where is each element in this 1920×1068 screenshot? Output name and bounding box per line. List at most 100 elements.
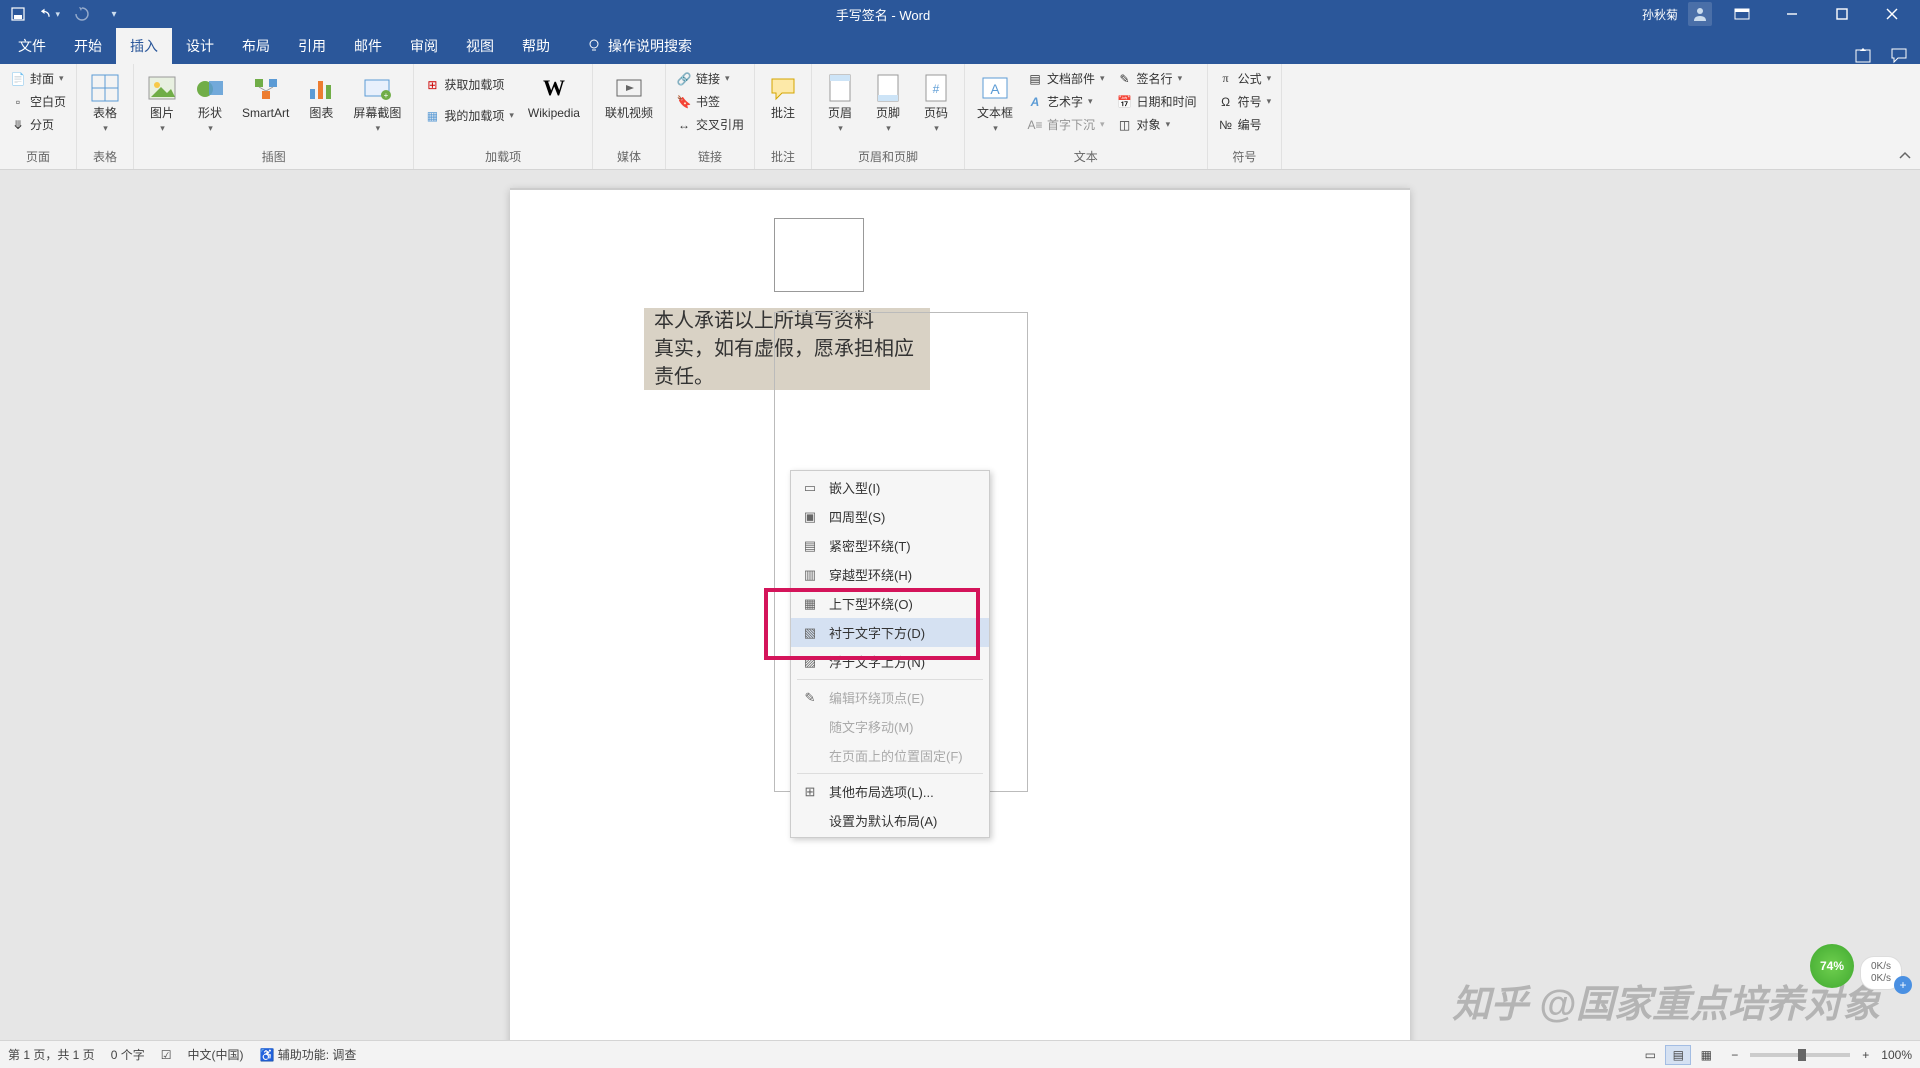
status-accessibility[interactable]: ♿ 辅助功能: 调查 xyxy=(259,1046,356,1063)
menu-through[interactable]: ▥穿越型环绕(H) xyxy=(791,560,989,589)
qat-more-icon[interactable]: ▾ xyxy=(104,4,124,24)
title-bar: ▾ ▾ 手写签名 - Word 孙秋菊 xyxy=(0,0,1920,28)
menu-behind-text[interactable]: ▧衬于文字下方(D) xyxy=(791,618,989,647)
chart-button[interactable]: 图表 xyxy=(299,68,343,124)
speed-gauge-badge[interactable]: 74% xyxy=(1810,944,1854,988)
page-number-button[interactable]: #页码▾ xyxy=(914,68,958,139)
tab-insert[interactable]: 插入 xyxy=(116,28,172,64)
menu-tight[interactable]: ▤紧密型环绕(T) xyxy=(791,531,989,560)
cover-page-button[interactable]: 📄封面▾ xyxy=(6,68,70,89)
comment-icon xyxy=(767,72,799,104)
smartart-button[interactable]: SmartArt xyxy=(236,68,295,124)
svg-text:A: A xyxy=(990,81,1000,97)
zoom-in-button[interactable]: + xyxy=(1862,1048,1869,1062)
menu-topbottom[interactable]: ▦上下型环绕(O) xyxy=(791,589,989,618)
minimize-icon[interactable] xyxy=(1772,0,1812,28)
cross-ref-button[interactable]: ↔交叉引用 xyxy=(672,114,748,135)
number-button[interactable]: №编号 xyxy=(1214,114,1276,135)
zoom-slider[interactable] xyxy=(1750,1053,1850,1057)
get-addins-button[interactable]: ⊞获取加载项 xyxy=(420,74,518,95)
equation-button[interactable]: π公式▾ xyxy=(1214,68,1276,89)
online-video-button[interactable]: 联机视频 xyxy=(599,68,659,124)
lightbulb-icon xyxy=(586,38,602,54)
tab-review[interactable]: 审阅 xyxy=(396,28,452,64)
tab-references[interactable]: 引用 xyxy=(284,28,340,64)
menu-square[interactable]: ▣四周型(S) xyxy=(791,502,989,531)
pictures-button[interactable]: 图片▾ xyxy=(140,68,184,139)
tab-home[interactable]: 开始 xyxy=(60,28,116,64)
user-avatar-icon[interactable] xyxy=(1688,2,1712,26)
status-spellcheck-icon[interactable]: ☑ xyxy=(161,1048,172,1062)
signature-icon: ✎ xyxy=(1117,71,1133,87)
menu-set-default[interactable]: 设置为默认布局(A) xyxy=(791,806,989,835)
header-button[interactable]: 页眉▾ xyxy=(818,68,862,139)
expand-badge-icon[interactable]: + xyxy=(1894,976,1912,994)
shapes-icon xyxy=(194,72,226,104)
bookmark-button[interactable]: 🔖书签 xyxy=(672,91,748,112)
zoom-out-button[interactable]: − xyxy=(1731,1048,1738,1062)
screenshot-button[interactable]: +屏幕截图▾ xyxy=(347,68,407,139)
tab-layout[interactable]: 布局 xyxy=(228,28,284,64)
textbox-placeholder[interactable] xyxy=(774,218,864,292)
blank-page-button[interactable]: ▫空白页 xyxy=(6,91,70,112)
zoom-level[interactable]: 100% xyxy=(1881,1048,1912,1062)
object-button[interactable]: ◫对象▾ xyxy=(1113,114,1201,135)
save-icon[interactable] xyxy=(8,4,28,24)
dropcap-icon: A≡ xyxy=(1027,117,1043,133)
menu-more-layout[interactable]: ⊞其他布局选项(L)... xyxy=(791,777,989,806)
status-language[interactable]: 中文(中国) xyxy=(187,1046,243,1063)
symbol-button[interactable]: Ω符号▾ xyxy=(1214,91,1276,112)
page-break-icon: ⤋ xyxy=(10,117,26,133)
tell-me-search[interactable]: 操作说明搜索 xyxy=(572,28,706,64)
menu-infront-text[interactable]: ▨浮于文字上方(N) xyxy=(791,647,989,676)
tab-help[interactable]: 帮助 xyxy=(508,28,564,64)
wordart-button[interactable]: A艺术字▾ xyxy=(1023,91,1109,112)
link-button[interactable]: 🔗链接▾ xyxy=(672,68,748,89)
signature-line-button[interactable]: ✎签名行▾ xyxy=(1113,68,1201,89)
comments-pane-icon[interactable] xyxy=(1890,46,1908,64)
view-web-layout[interactable]: ▦ xyxy=(1693,1045,1719,1065)
table-button[interactable]: 表格▾ xyxy=(83,68,127,139)
group-tables-label: 表格 xyxy=(83,146,127,167)
wrap-behind-icon: ▧ xyxy=(801,624,819,642)
date-time-button[interactable]: 📅日期和时间 xyxy=(1113,91,1201,112)
cover-page-icon: 📄 xyxy=(10,71,26,87)
group-media-label: 媒体 xyxy=(599,146,659,167)
maximize-icon[interactable] xyxy=(1822,0,1862,28)
page-break-button[interactable]: ⤋分页 xyxy=(6,114,70,135)
tab-view[interactable]: 视图 xyxy=(452,28,508,64)
textbox-button[interactable]: A文本框▾ xyxy=(971,68,1019,139)
menu-inline[interactable]: ▭嵌入型(I) xyxy=(791,473,989,502)
footer-button[interactable]: 页脚▾ xyxy=(866,68,910,139)
ribbon-display-icon[interactable] xyxy=(1722,0,1762,28)
group-pages-label: 页面 xyxy=(6,146,70,167)
menu-move-with-text: 随文字移动(M) xyxy=(791,712,989,741)
view-read-mode[interactable]: ▭ xyxy=(1637,1045,1663,1065)
share-icon[interactable] xyxy=(1854,46,1872,64)
wrap-square-icon: ▣ xyxy=(801,508,819,526)
tab-file[interactable]: 文件 xyxy=(4,28,60,64)
wikipedia-button[interactable]: WWikipedia xyxy=(522,68,586,124)
tab-mailings[interactable]: 邮件 xyxy=(340,28,396,64)
status-page[interactable]: 第 1 页，共 1 页 xyxy=(8,1046,95,1063)
drop-cap-button[interactable]: A≡首字下沉▾ xyxy=(1023,114,1109,135)
group-illustrations-label: 插图 xyxy=(140,146,407,167)
close-icon[interactable] xyxy=(1872,0,1912,28)
my-addins-button[interactable]: ▦我的加载项▾ xyxy=(420,105,518,126)
undo-icon[interactable]: ▾ xyxy=(40,4,60,24)
shapes-button[interactable]: 形状▾ xyxy=(188,68,232,139)
view-mode-buttons: ▭ ▤ ▦ xyxy=(1637,1045,1719,1065)
tab-design[interactable]: 设计 xyxy=(172,28,228,64)
group-headerfooter-label: 页眉和页脚 xyxy=(818,146,958,167)
collapse-ribbon-icon[interactable] xyxy=(1898,149,1912,163)
quick-parts-button[interactable]: ▤文档部件▾ xyxy=(1023,68,1109,89)
object-icon: ◫ xyxy=(1117,117,1133,133)
status-words[interactable]: 0 个字 xyxy=(111,1046,145,1063)
redo-icon[interactable] xyxy=(72,4,92,24)
document-title: 手写签名 - Word xyxy=(124,5,1642,24)
video-icon xyxy=(613,72,645,104)
comment-button[interactable]: 批注 xyxy=(761,68,805,124)
view-print-layout[interactable]: ▤ xyxy=(1665,1045,1691,1065)
wikipedia-icon: W xyxy=(538,72,570,104)
username-label: 孙秋菊 xyxy=(1642,6,1678,23)
